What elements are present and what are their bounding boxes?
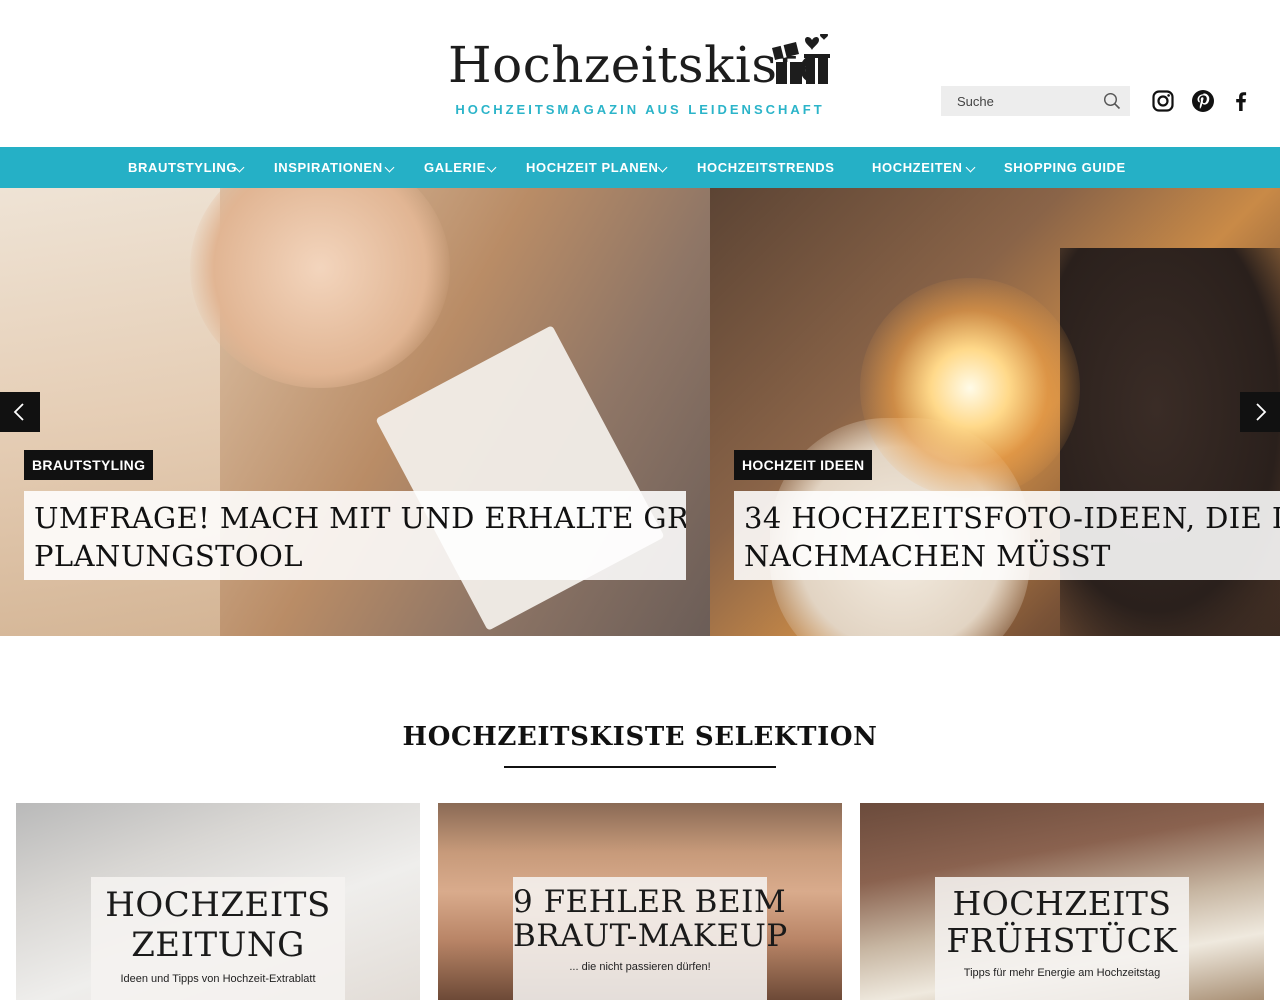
card-subtitle: ... die nicht passieren dürfen! xyxy=(569,961,711,973)
slide-title-line: UMFRAGE! MACH MIT UND ERHALTE GRATIS xyxy=(34,501,686,535)
nav-item-brautstyling[interactable]: BRAUTSTYLING xyxy=(128,147,237,188)
nav-item-label: HOCHZEIT PLANEN xyxy=(526,160,659,175)
selection-card[interactable]: HOCHZEITS ZEITUNG Ideen und Tipps von Ho… xyxy=(16,803,420,1000)
nav-item-label: BRAUTSTYLING xyxy=(128,160,238,175)
chevron-down-icon xyxy=(657,162,668,173)
chevron-down-icon xyxy=(965,162,976,173)
nav-item-inspirationen[interactable]: INSPIRATIONEN xyxy=(274,147,383,188)
pinterest-icon xyxy=(1192,90,1214,112)
card-title-line: FRÜHSTÜCK xyxy=(946,921,1178,960)
nav-item-label: SHOPPING GUIDE xyxy=(1004,160,1126,175)
instagram-icon xyxy=(1152,90,1174,112)
pinterest-link[interactable] xyxy=(1191,89,1215,113)
card-title-line: HOCHZEITS xyxy=(105,885,331,925)
nav-item-label: GALERIE xyxy=(424,160,486,175)
slide-title-line: NACHMACHEN MÜSST xyxy=(744,539,1111,573)
slide-title-line: PLANUNGSTOOL xyxy=(34,539,303,573)
instagram-link[interactable] xyxy=(1151,89,1175,113)
slide-title[interactable]: UMFRAGE! MACH MIT UND ERHALTE GRATIS PLA… xyxy=(24,491,686,580)
card-label: 9 FEHLER BEIM BRAUT-MAKEUP ... die nicht… xyxy=(513,877,788,1000)
gift-box-icon xyxy=(772,34,830,84)
chevron-down-icon xyxy=(486,162,497,173)
nav-item-hochzeitstrends[interactable]: HOCHZEITSTRENDS xyxy=(697,147,835,188)
slide-title[interactable]: 34 HOCHZEITSFOTO-IDEEN, DIE IHR UNBED NA… xyxy=(734,491,1280,580)
slide-image-area xyxy=(190,188,450,388)
site-header: Hochzeitskiste HOCHZEITSMAGAZIN AUS LEID… xyxy=(0,0,1280,147)
slider-prev-button[interactable] xyxy=(0,392,40,432)
nav-item-hochzeit-planen[interactable]: HOCHZEIT PLANEN xyxy=(526,147,659,188)
chevron-down-icon xyxy=(384,162,395,173)
category-badge[interactable]: BRAUTSTYLING xyxy=(24,450,154,480)
nav-item-label: HOCHZEITEN xyxy=(872,160,963,175)
search-box xyxy=(941,86,1130,116)
card-title-line: ZEITUNG xyxy=(131,925,305,965)
hero-slide[interactable]: BRAUTSTYLING UMFRAGE! MACH MIT UND ERHAL… xyxy=(0,188,710,636)
nav-item-galerie[interactable]: GALERIE xyxy=(424,147,486,188)
card-title-line: 9 FEHLER BEIM xyxy=(513,884,787,920)
section-title: HOCHZEITSKISTE SELEKTION xyxy=(402,722,878,752)
search-icon[interactable] xyxy=(1103,92,1121,110)
nav-item-hochzeiten[interactable]: HOCHZEITEN xyxy=(872,147,963,188)
chevron-left-icon xyxy=(13,403,24,421)
slide-title-line: 34 HOCHZEITSFOTO-IDEEN, DIE IHR UNBED xyxy=(744,501,1280,535)
site-logo[interactable]: Hochzeitskiste HOCHZEITSMAGAZIN AUS LEID… xyxy=(440,30,840,125)
search-input[interactable] xyxy=(941,86,1091,116)
facebook-icon xyxy=(1236,92,1247,111)
main-nav: BRAUTSTYLING INSPIRATIONEN GALERIE HOCHZ… xyxy=(0,147,1280,188)
card-subtitle: Tipps für mehr Energie am Hochzeitstag xyxy=(963,967,1161,979)
card-label: HOCHZEITS FRÜHSTÜCK Tipps für mehr Energ… xyxy=(935,877,1189,1000)
hero-slide[interactable]: HOCHZEIT IDEEN 34 HOCHZEITSFOTO-IDEEN, D… xyxy=(710,188,1280,636)
category-badge[interactable]: HOCHZEIT IDEEN xyxy=(734,450,873,480)
nav-item-label: HOCHZEITSTRENDS xyxy=(697,160,835,175)
section-divider xyxy=(504,766,776,768)
logo-tagline: HOCHZEITSMAGAZIN AUS LEIDENSCHAFT xyxy=(455,102,825,117)
chevron-right-icon xyxy=(1256,403,1267,421)
hero-slider: BRAUTSTYLING UMFRAGE! MACH MIT UND ERHAL… xyxy=(0,188,1280,636)
selection-card[interactable]: HOCHZEITS FRÜHSTÜCK Tipps für mehr Energ… xyxy=(860,803,1264,1000)
card-title-line: BRAUT-MAKEUP xyxy=(513,918,788,954)
slide-image-area xyxy=(375,325,665,631)
nav-item-label: INSPIRATIONEN xyxy=(274,160,383,175)
slider-next-button[interactable] xyxy=(1240,392,1280,432)
card-subtitle: Ideen und Tipps von Hochzeit-Extrablatt xyxy=(120,973,316,985)
slide-image-area xyxy=(860,278,1080,498)
card-title-line: HOCHZEITS xyxy=(952,884,1172,923)
facebook-link[interactable] xyxy=(1229,89,1253,113)
nav-item-shopping-guide[interactable]: SHOPPING GUIDE xyxy=(1004,147,1126,188)
selection-card[interactable]: 9 FEHLER BEIM BRAUT-MAKEUP ... die nicht… xyxy=(438,803,842,1000)
card-label: HOCHZEITS ZEITUNG Ideen und Tipps von Ho… xyxy=(91,877,345,1000)
